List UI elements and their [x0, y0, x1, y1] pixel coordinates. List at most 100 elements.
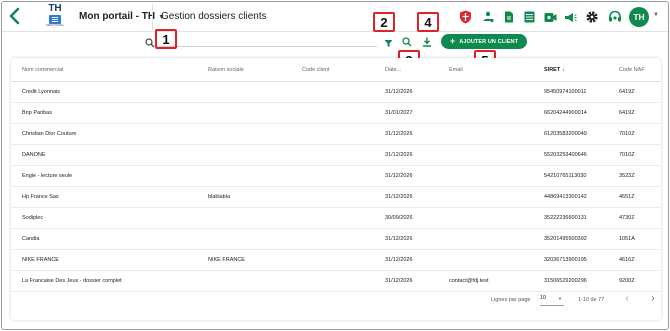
cell-raison-sociale: NIKE FRANCE	[208, 257, 245, 263]
callout-1: 1	[155, 29, 177, 49]
document-logo-icon	[49, 15, 61, 24]
table-row[interactable]: Engie - lecture seule 31/12/2026 542107651…	[11, 166, 661, 187]
header-divider	[152, 4, 153, 30]
cell-siret: 54210765113030	[544, 173, 587, 179]
table-row[interactable]: Christian Dior Couture 31/12/2026 61203583…	[11, 124, 661, 145]
cell-date: 31/12/2026	[385, 194, 413, 200]
column-header-nom-commercial[interactable]: Nom commercial	[22, 67, 63, 73]
cell-code-naf: 7010Z	[619, 152, 635, 158]
add-client-label: AJOUTER UN CLIENT	[459, 38, 519, 45]
cell-date: 31/12/2026	[385, 257, 413, 263]
table-row[interactable]: La Francaise Des Jeux - dossier complet 3…	[11, 271, 661, 292]
callout-2: 2	[373, 12, 395, 32]
users-tree-icon[interactable]	[481, 10, 495, 24]
logo-subtext: DEMO PORTAL	[46, 24, 64, 27]
table-row[interactable]: Credit Lyonnais 31/12/2026 95450974100011 6…	[11, 82, 661, 103]
page-title: Gestion dossiers clients	[161, 11, 267, 22]
table-pagination: Lignes par page 10 ▼ 1-10 de 77 ‹ ›	[11, 291, 661, 313]
cell-date: 31/12/2026	[385, 278, 413, 284]
search-input[interactable]	[157, 33, 377, 47]
column-header-email[interactable]: Email	[449, 67, 463, 73]
table-icon[interactable]	[522, 10, 536, 24]
document-icon[interactable]	[502, 10, 516, 24]
cell-code-naf: 4651Z	[619, 194, 635, 200]
table-row[interactable]: NIKE FRANCE NIKE FRANCE 31/12/2026 32036713…	[11, 250, 661, 271]
siret-header-label: SIRET	[544, 67, 561, 73]
pagination-range: 1-10 de 77	[578, 297, 605, 303]
cell-date: 31/12/2026	[385, 173, 413, 179]
rows-per-page-value: 10	[540, 295, 547, 301]
cell-siret: 35222236600131	[544, 215, 587, 221]
cell-siret: 55203253400646	[544, 152, 587, 158]
search-icon	[145, 35, 155, 48]
plus-icon: +	[449, 36, 456, 46]
filter-icon[interactable]	[382, 37, 394, 49]
cell-date: 31/12/2026	[385, 236, 413, 242]
cell-nom-commercial: Sodiplec	[22, 215, 44, 221]
cell-nom-commercial: La Francaise Des Jeux - dossier complet	[22, 278, 122, 284]
cell-siret: 35201495500392	[544, 236, 587, 242]
cell-siret: 61203583200049	[544, 131, 587, 137]
cell-date: 31/12/2026	[385, 152, 413, 158]
zoom-search-icon[interactable]	[401, 36, 413, 48]
logo-text: TH	[48, 3, 62, 14]
table-row[interactable]: Sodiplec 30/09/2026 35222236600131 4730Z	[11, 208, 661, 229]
cell-date: 31/01/2027	[385, 110, 413, 116]
portal-logo[interactable]: TH DEMO PORTAL	[44, 4, 66, 30]
table-row[interactable]: Hp France Sas blablabla 31/12/2026 44869413…	[11, 187, 661, 208]
caret-down-icon: ▼	[558, 296, 562, 301]
avatar[interactable]: TH	[629, 7, 649, 27]
cell-code-naf: 3523Z	[619, 173, 635, 179]
rows-per-page-label: Lignes par page	[491, 297, 531, 303]
cell-code-naf: 6419Z	[619, 89, 635, 95]
app-window: TH DEMO PORTAL Mon portail - TH ▼ Gestion…	[1, 1, 669, 330]
cell-nom-commercial: Bnp Paribas	[22, 110, 52, 116]
cell-code-naf: 9200Z	[619, 278, 635, 284]
cell-email: contact@fdj.test	[449, 278, 489, 284]
download-icon[interactable]	[421, 36, 433, 48]
cell-nom-commercial: Candia	[22, 236, 40, 242]
cell-code-naf: 4616Z	[619, 257, 635, 263]
column-header-code-naf[interactable]: Code NAF	[619, 67, 645, 73]
portal-label: Mon portail - TH	[79, 11, 156, 22]
cell-siret: 44869413300142	[544, 194, 587, 200]
headset-icon[interactable]	[608, 10, 622, 24]
column-header-date[interactable]: Date...	[385, 67, 401, 73]
shield-icon[interactable]	[458, 10, 472, 24]
cell-nom-commercial: NIKE FRANCE	[22, 257, 59, 263]
table-row[interactable]: DANONE 31/12/2026 55203253400646 7010Z	[11, 145, 661, 166]
cell-code-naf: 7010Z	[619, 131, 635, 137]
cell-date: 30/09/2026	[385, 215, 413, 221]
cell-code-naf: 1051A	[619, 236, 635, 242]
previous-page-button[interactable]: ‹	[622, 294, 632, 304]
cell-date: 31/12/2026	[385, 89, 413, 95]
megaphone-icon[interactable]	[563, 10, 577, 24]
cell-nom-commercial: Engie - lecture seule	[22, 173, 73, 179]
cell-nom-commercial: Hp France Sas	[22, 194, 59, 200]
cell-siret: 31506529200296	[544, 278, 587, 284]
cell-nom-commercial: Christian Dior Couture	[22, 131, 77, 137]
table-row[interactable]: Bnp Paribas 31/01/2027 66204244900014 6419Z	[11, 103, 661, 124]
cell-siret: 66204244900014	[544, 110, 587, 116]
video-icon[interactable]	[543, 10, 557, 24]
add-client-button[interactable]: + AJOUTER UN CLIENT	[441, 34, 527, 49]
gear-icon[interactable]	[585, 10, 599, 24]
cell-siret: 32036713900195	[544, 257, 587, 263]
cell-nom-commercial: DANONE	[22, 152, 46, 158]
callout-4: 4	[417, 12, 439, 32]
top-bar: TH DEMO PORTAL Mon portail - TH ▼ Gestion…	[2, 2, 668, 32]
rows-per-page-select[interactable]: 10 ▼	[540, 295, 564, 306]
cell-raison-sociale: blablabla	[208, 194, 231, 200]
column-header-raison-sociale[interactable]: Raison sociale	[208, 67, 244, 73]
caret-down-icon[interactable]: ▼	[653, 12, 659, 18]
cell-siret: 95450974100011	[544, 89, 587, 95]
cell-code-naf: 6419Z	[619, 110, 635, 116]
column-header-siret[interactable]: SIRET ↓	[544, 67, 564, 73]
arrow-left-icon	[9, 7, 20, 25]
cell-date: 31/12/2026	[385, 131, 413, 137]
column-header-code-client[interactable]: Code client	[302, 67, 330, 73]
back-button[interactable]	[8, 7, 26, 27]
sort-arrow-down-icon: ↓	[561, 67, 565, 73]
table-row[interactable]: Candia 31/12/2026 35201495500392 1051A	[11, 229, 661, 250]
next-page-button[interactable]: ›	[648, 294, 658, 304]
